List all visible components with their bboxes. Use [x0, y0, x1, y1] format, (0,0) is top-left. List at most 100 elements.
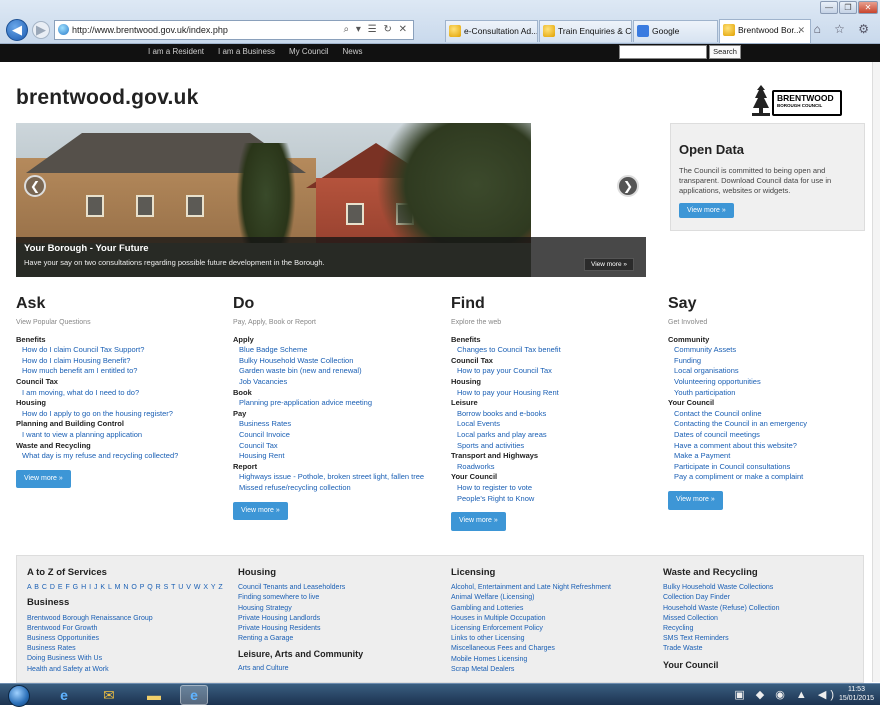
footer-link[interactable]: Links to other Licensing [451, 634, 651, 644]
service-link[interactable]: What day is my refuse and recycling coll… [16, 451, 226, 462]
forward-arrow-icon[interactable]: ▶ [32, 21, 50, 39]
footer-link[interactable]: Business Opportunities [27, 634, 227, 644]
footer-link[interactable]: Finding somewhere to live [238, 593, 438, 603]
service-link[interactable]: Local Events [451, 419, 661, 430]
ie-taskbar-icon[interactable]: e [50, 685, 78, 705]
nav-business[interactable]: I am a Business [218, 44, 275, 59]
browser-tab[interactable]: Train Enquiries & C... [539, 20, 632, 42]
service-link[interactable]: Council Tax [233, 441, 443, 452]
service-link[interactable]: Planning pre-application advice meeting [233, 398, 443, 409]
footer-link[interactable]: Houses in Multiple Occupation [451, 614, 651, 624]
service-link[interactable]: Local parks and play areas [451, 430, 661, 441]
search-button[interactable]: Search [709, 45, 741, 59]
service-link[interactable]: Funding [668, 356, 878, 367]
back-arrow-icon[interactable]: ◀ [6, 19, 28, 41]
service-link[interactable]: Sports and activities [451, 441, 661, 452]
service-link[interactable]: Participate in Council consultations [668, 462, 878, 473]
footer-link[interactable]: Housing Strategy [238, 604, 438, 614]
service-link[interactable]: Garden waste bin (new and renewal) [233, 366, 443, 377]
system-tray-icons[interactable]: ▣ ◆ ◉ ▲ ◀) [734, 688, 838, 701]
browser-tab[interactable]: e-Consultation Ad... [445, 20, 538, 42]
column-view-more-button[interactable]: View more » [16, 469, 71, 489]
service-link[interactable]: People's Right to Know [451, 494, 661, 505]
footer-link[interactable]: Health and Safety at Work [27, 665, 227, 675]
service-link[interactable]: How much benefit am I entitled to? [16, 366, 226, 377]
footer-link[interactable]: Brentwood For Growth [27, 624, 227, 634]
service-link[interactable]: I am moving, what do I need to do? [16, 388, 226, 399]
start-button-icon[interactable] [8, 685, 30, 707]
minimize-button[interactable]: — [820, 1, 838, 14]
close-window-button[interactable]: ✕ [858, 1, 878, 14]
footer-link[interactable]: Alcohol, Entertainment and Late Night Re… [451, 583, 651, 593]
service-link[interactable]: Borrow books and e-books [451, 409, 661, 420]
service-link[interactable]: Contact the Council online [668, 409, 878, 420]
ie-active-taskbar-icon[interactable]: e [180, 685, 208, 705]
service-link[interactable]: Council Invoice [233, 430, 443, 441]
toolbar-icons[interactable]: ⌂ ☆ ⚙ [814, 22, 874, 36]
footer-link[interactable]: SMS Text Reminders [663, 634, 863, 644]
footer-link[interactable]: Private Housing Landlords [238, 614, 438, 624]
hero-view-more-button[interactable]: View more » [583, 258, 634, 271]
outlook-taskbar-icon[interactable]: ✉ [95, 685, 123, 705]
service-link[interactable]: Missed refuse/recycling collection [233, 483, 443, 494]
open-data-view-more-button[interactable]: View more » [679, 203, 734, 218]
service-link[interactable]: How to register to vote [451, 483, 661, 494]
footer-link[interactable]: Arts and Culture [238, 664, 438, 674]
footer-link[interactable]: Bulky Household Waste Collections [663, 583, 863, 593]
service-link[interactable]: Housing Rent [233, 451, 443, 462]
service-link[interactable]: Make a Payment [668, 451, 878, 462]
folder-taskbar-icon[interactable]: ▬ [140, 685, 168, 705]
address-controls[interactable]: ⌕ ▾ ☰ ↻ ✕ [344, 21, 409, 39]
service-link[interactable]: Changes to Council Tax benefit [451, 345, 661, 356]
footer-link[interactable]: Miscellaneous Fees and Charges [451, 644, 651, 654]
footer-link[interactable]: Renting a Garage [238, 634, 438, 644]
column-view-more-button[interactable]: View more » [233, 501, 288, 521]
service-link[interactable]: How do I apply to go on the housing regi… [16, 409, 226, 420]
nav-news[interactable]: News [343, 44, 363, 59]
footer-link[interactable]: Recycling [663, 624, 863, 634]
site-title[interactable]: brentwood.gov.uk [16, 86, 198, 110]
slider-prev-icon[interactable]: ❮ [24, 175, 46, 197]
service-link[interactable]: How to pay your Council Tax [451, 366, 661, 377]
nav-my-council[interactable]: My Council [289, 44, 329, 59]
service-link[interactable]: How to pay your Housing Rent [451, 388, 661, 399]
service-link[interactable]: I want to view a planning application [16, 430, 226, 441]
browser-tab[interactable]: Google [633, 20, 718, 42]
clock[interactable]: 11:53 15/01/2015 [839, 685, 874, 703]
footer-link[interactable]: Brentwood Borough Renaissance Group [27, 614, 227, 624]
browser-tab-active[interactable]: Brentwood Bor... ✕ [719, 19, 811, 43]
footer-link[interactable]: Licensing Enforcement Policy [451, 624, 651, 634]
service-link[interactable]: Have a comment about this website? [668, 441, 878, 452]
footer-link[interactable]: Missed Collection [663, 614, 863, 624]
footer-link[interactable]: Household Waste (Refuse) Collection [663, 604, 863, 614]
service-link[interactable]: Roadworks [451, 462, 661, 473]
restore-button[interactable]: ❐ [839, 1, 857, 14]
footer-link[interactable]: Council Tenants and Leaseholders [238, 583, 438, 593]
slider-next-icon[interactable]: ❯ [617, 175, 639, 197]
service-link[interactable]: Bulky Household Waste Collection [233, 356, 443, 367]
service-link[interactable]: Dates of council meetings [668, 430, 878, 441]
footer-link[interactable]: Gambling and Lotteries [451, 604, 651, 614]
service-link[interactable]: Community Assets [668, 345, 878, 356]
hero-heading[interactable]: Your Borough - Your Future [24, 243, 149, 254]
nav-resident[interactable]: I am a Resident [148, 44, 204, 59]
footer-link[interactable]: Doing Business With Us [27, 654, 227, 664]
footer-link[interactable]: Collection Day Finder [663, 593, 863, 603]
column-view-more-button[interactable]: View more » [451, 512, 506, 531]
service-link[interactable]: Local organisations [668, 366, 878, 377]
service-link[interactable]: Blue Badge Scheme [233, 345, 443, 356]
service-link[interactable]: Job Vacancies [233, 377, 443, 388]
az-letters[interactable]: A B C D E F G H I J K L M N O P Q R S T … [27, 583, 227, 593]
service-link[interactable]: Business Rates [233, 419, 443, 430]
service-link[interactable]: Contacting the Council in an emergency [668, 419, 878, 430]
footer-link[interactable]: Animal Welfare (Licensing) [451, 593, 651, 603]
service-link[interactable]: How do I claim Council Tax Support? [16, 345, 226, 356]
footer-link[interactable]: Trade Waste [663, 644, 863, 654]
council-logo[interactable]: BRENTWOOD BOROUGH COUNCIL [744, 82, 844, 118]
service-link[interactable]: Pay a compliment or make a complaint [668, 472, 878, 483]
service-link[interactable]: How do I claim Housing Benefit? [16, 356, 226, 367]
footer-link[interactable]: Private Housing Residents [238, 624, 438, 634]
service-link[interactable]: Volunteering opportunities [668, 377, 878, 388]
footer-link[interactable]: Mobile Homes Licensing [451, 655, 651, 665]
close-tab-icon[interactable]: ✕ [797, 20, 805, 40]
